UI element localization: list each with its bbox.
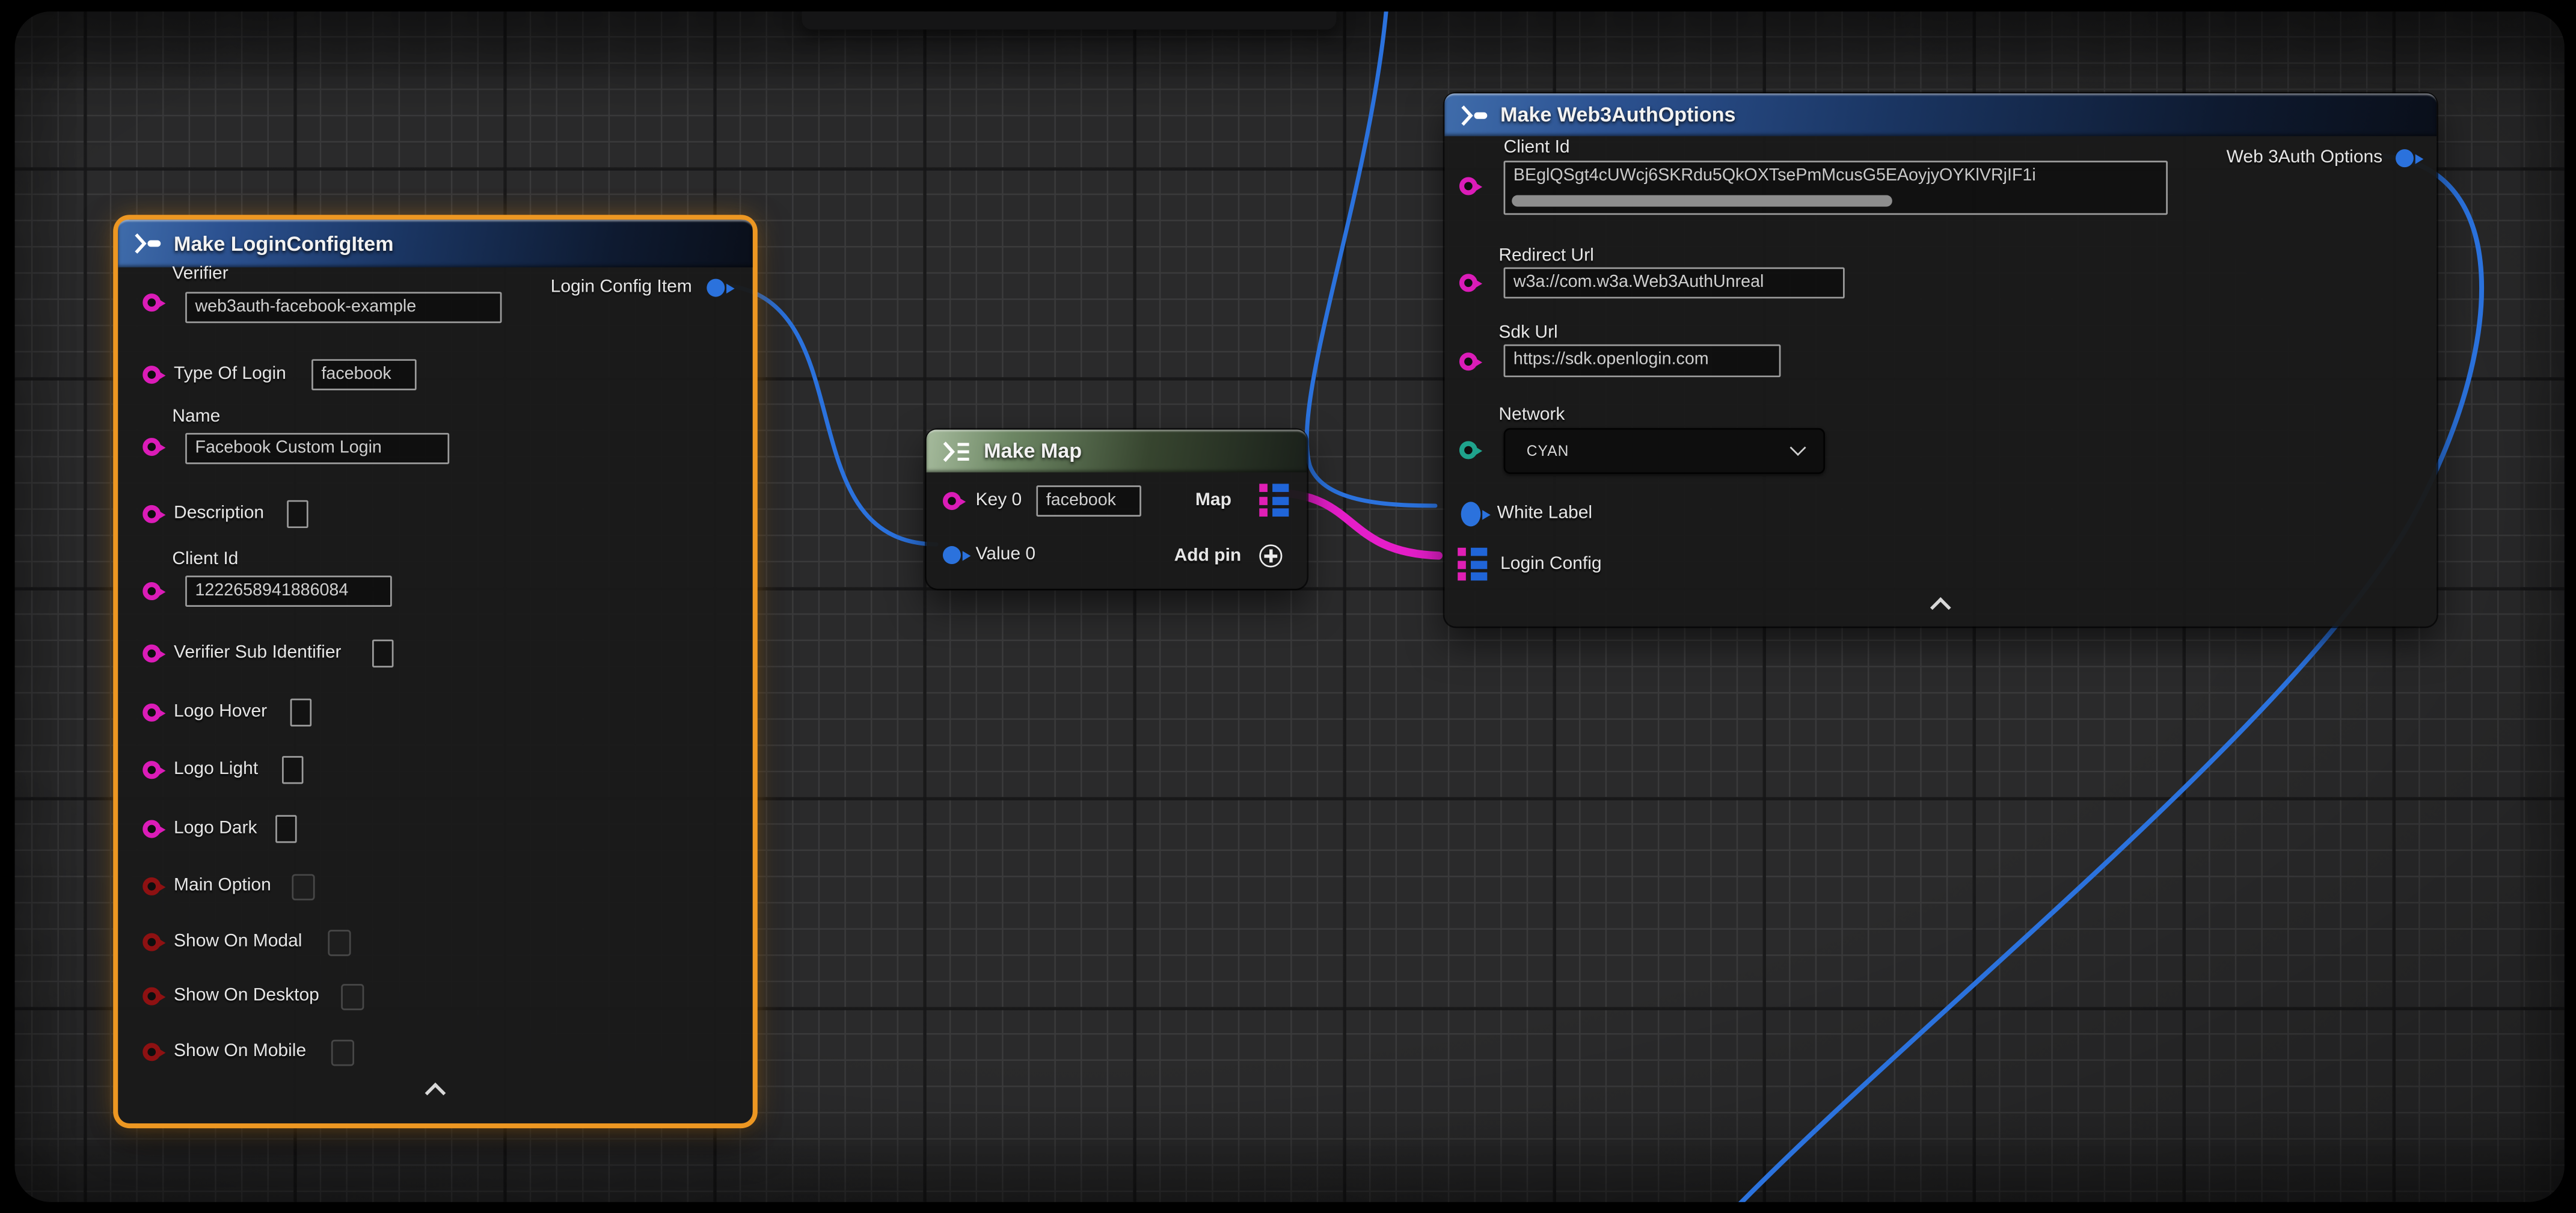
- pin-label: Value 0: [976, 544, 1036, 564]
- checkbox[interactable]: [341, 984, 364, 1010]
- blueprint-canvas[interactable]: Make LoginConfigItem Login Config Item V…: [15, 11, 2565, 1201]
- input-pin[interactable]: [1459, 352, 1477, 370]
- output-pin-label: Web 3Auth Options: [2227, 147, 2383, 167]
- node-title: Make LoginConfigItem: [174, 232, 393, 255]
- input-pin[interactable]: [1459, 274, 1477, 292]
- output-pin[interactable]: [707, 279, 725, 297]
- input-pin[interactable]: [143, 582, 161, 600]
- make-struct-icon: [135, 233, 162, 254]
- pin-label: White Label: [1497, 503, 1592, 523]
- checkbox[interactable]: [292, 874, 314, 900]
- pin-label: Sdk Url: [1498, 323, 1557, 343]
- pin-label: Client Id: [172, 550, 238, 570]
- wire-top-to-white-label[interactable]: [1307, 11, 1435, 506]
- pin-label: Description: [174, 503, 264, 523]
- network-dropdown[interactable]: CYAN: [1504, 428, 1825, 474]
- add-pin-icon[interactable]: [1259, 544, 1282, 567]
- pin-label: Logo Dark: [174, 818, 257, 838]
- node-make-loginconfigitem[interactable]: Make LoginConfigItem Login Config Item V…: [118, 220, 752, 1123]
- input-pin[interactable]: [143, 1043, 161, 1061]
- checkbox[interactable]: [331, 1040, 354, 1066]
- pin-label: Show On Modal: [174, 932, 302, 951]
- add-pin-label: Add pin: [1174, 546, 1242, 566]
- pin-label: Network: [1498, 405, 1565, 425]
- input-pin[interactable]: [143, 438, 161, 456]
- input-pin[interactable]: [143, 366, 161, 384]
- input-pin[interactable]: [143, 505, 161, 523]
- map-output-pin[interactable]: [1259, 484, 1288, 517]
- offscreen-node-fragment[interactable]: [802, 11, 1336, 29]
- value-pin[interactable]: [943, 546, 961, 564]
- output-pin-label: Map: [1195, 490, 1231, 510]
- pin-label: Redirect Url: [1498, 246, 1593, 266]
- input-pin[interactable]: [143, 933, 161, 951]
- node-header[interactable]: Make LoginConfigItem: [118, 220, 752, 267]
- make-struct-icon: [1461, 104, 1489, 125]
- node-make-web3authoptions[interactable]: Make Web3AuthOptions Web 3Auth Options C…: [1444, 93, 2436, 626]
- output-pin-label: Login Config Item: [551, 277, 692, 297]
- node-make-map[interactable]: Make Map Key 0 facebook Map Value 0 Add …: [927, 429, 1307, 589]
- text-input[interactable]: facebook: [1036, 485, 1141, 517]
- text-input-empty[interactable]: [372, 639, 393, 667]
- text-input[interactable]: 1222658941886084: [185, 576, 392, 607]
- input-pin[interactable]: [1459, 177, 1477, 195]
- collapse-chevron-icon[interactable]: [425, 1082, 446, 1104]
- login-config-pin[interactable]: [1458, 548, 1486, 581]
- text-input[interactable]: web3auth-facebook-example: [185, 292, 501, 323]
- text-input[interactable]: w3a://com.w3a.Web3AuthUnreal: [1504, 267, 1845, 298]
- node-title: Make Web3AuthOptions: [1500, 103, 1735, 126]
- pin-label: Main Option: [174, 876, 271, 895]
- input-pin[interactable]: [143, 820, 161, 838]
- text-input-empty[interactable]: [290, 699, 311, 726]
- key-pin[interactable]: [943, 492, 961, 510]
- client-id-scrollbar[interactable]: [1512, 195, 1892, 207]
- input-pin[interactable]: [1459, 441, 1477, 459]
- pin-label: Logo Light: [174, 760, 258, 779]
- make-map-icon: [943, 440, 972, 461]
- pin-label: Client Id: [1504, 138, 1570, 158]
- white-label-pin[interactable]: [1461, 502, 1481, 526]
- input-pin[interactable]: [143, 293, 161, 312]
- client-id-input[interactable]: BEglQSgt4cUWcj6SKRdu5QkOXTsePmMcusG5EAoy…: [1504, 161, 2168, 215]
- pin-label: Show On Desktop: [174, 986, 319, 1006]
- text-input-empty[interactable]: [275, 815, 296, 843]
- text-input[interactable]: facebook: [311, 359, 417, 390]
- input-pin[interactable]: [143, 761, 161, 779]
- input-pin[interactable]: [143, 877, 161, 895]
- output-pin[interactable]: [2396, 149, 2414, 167]
- editor-stage: Make LoginConfigItem Login Config Item V…: [0, 0, 2576, 1213]
- input-pin[interactable]: [143, 645, 161, 663]
- collapse-chevron-icon[interactable]: [1930, 597, 1951, 618]
- network-value: CYAN: [1527, 443, 1569, 459]
- pin-label: Type Of Login: [174, 364, 286, 384]
- pin-label: Show On Mobile: [174, 1042, 306, 1061]
- pin-label: Verifier Sub Identifier: [174, 643, 341, 663]
- text-input[interactable]: https://sdk.openlogin.com: [1504, 345, 1781, 378]
- pin-label: Verifier: [172, 264, 228, 284]
- dropdown-chevron-icon: [1790, 439, 1806, 455]
- client-id-text: BEglQSgt4cUWcj6SKRdu5QkOXTsePmMcusG5EAoy…: [1513, 165, 2163, 185]
- input-pin[interactable]: [143, 704, 161, 722]
- node-header[interactable]: Make Web3AuthOptions: [1444, 93, 2436, 136]
- text-input[interactable]: Facebook Custom Login: [185, 433, 449, 464]
- text-input-empty[interactable]: [282, 756, 303, 784]
- pin-label: Logo Hover: [174, 702, 267, 722]
- input-pin[interactable]: [143, 987, 161, 1006]
- checkbox[interactable]: [328, 930, 351, 956]
- pin-label: Key 0: [976, 490, 1022, 510]
- node-header[interactable]: Make Map: [927, 429, 1307, 472]
- node-title: Make Map: [984, 440, 1082, 462]
- pin-label: Name: [172, 407, 220, 426]
- pin-label: Login Config: [1500, 554, 1601, 574]
- text-input-empty[interactable]: [287, 500, 308, 528]
